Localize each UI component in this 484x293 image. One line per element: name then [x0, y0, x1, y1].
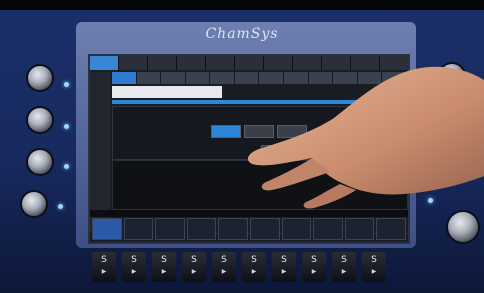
window-tab[interactable]: [322, 56, 350, 70]
window-tab[interactable]: [119, 56, 147, 70]
indicator-led: [64, 124, 69, 129]
playback-key-row: S ▶ S ▶ S ▶ S ▶ S ▶ S ▶ S ▶ S ▶ S ▶ S ▶: [92, 252, 432, 286]
playback-key-label: S: [101, 255, 107, 265]
playback-key-label: S: [221, 255, 227, 265]
toolbar-button[interactable]: [333, 72, 357, 84]
playback-key-label: S: [281, 255, 287, 265]
softkey[interactable]: [313, 218, 343, 240]
dialog-option-button[interactable]: [277, 125, 307, 138]
softkey[interactable]: [344, 218, 375, 240]
playback-key-label: S: [371, 255, 377, 265]
play-arrow-icon: ▶: [311, 268, 317, 275]
indicator-led: [64, 164, 69, 169]
play-arrow-icon: ▶: [251, 268, 257, 275]
encoder-knob-right-1[interactable]: [440, 64, 464, 88]
window-tab[interactable]: [235, 56, 263, 70]
playback-select-key[interactable]: S ▶: [122, 252, 146, 282]
toolbar-button[interactable]: [185, 72, 210, 84]
side-panel-label: [90, 72, 110, 76]
softkey[interactable]: [218, 218, 248, 240]
toolbar-button[interactable]: [234, 72, 259, 84]
brand-logo: ChamSys: [205, 26, 279, 42]
play-arrow-icon: ▶: [281, 268, 287, 275]
encoder-knob-1[interactable]: [28, 66, 52, 90]
play-arrow-icon: ▶: [341, 268, 347, 275]
play-arrow-icon: ▶: [221, 268, 227, 275]
output-area: [112, 160, 408, 210]
toolbar-button[interactable]: [161, 72, 185, 84]
playback-select-key[interactable]: S ▶: [92, 252, 116, 282]
playback-select-key[interactable]: S ▶: [152, 252, 176, 282]
indicator-led: [58, 204, 63, 209]
softkey[interactable]: [376, 218, 406, 240]
window-tab[interactable]: [206, 56, 234, 70]
toolbar-button[interactable]: [112, 72, 136, 84]
window-tab[interactable]: [177, 56, 205, 70]
dialog-option-button[interactable]: [211, 125, 241, 138]
side-panel: [90, 72, 110, 232]
softkey[interactable]: [249, 218, 280, 240]
playback-select-key[interactable]: S ▶: [212, 252, 236, 282]
window-tab[interactable]: [90, 56, 118, 70]
softkey[interactable]: [186, 218, 217, 240]
window-tab[interactable]: [148, 56, 176, 70]
toolbar-button[interactable]: [357, 72, 382, 84]
indicator-led: [428, 198, 433, 203]
toolbar-button[interactable]: [210, 72, 234, 84]
playback-select-key[interactable]: S ▶: [302, 252, 326, 282]
status-bar: [90, 210, 408, 217]
softkey[interactable]: [92, 218, 122, 240]
play-arrow-icon: ▶: [101, 268, 107, 275]
toolbar-button[interactable]: [382, 72, 406, 84]
playback-select-key[interactable]: S ▶: [272, 252, 296, 282]
playback-key-label: S: [161, 255, 167, 265]
info-box: [112, 86, 222, 98]
lighting-console: ChamSys S ▶ S ▶ S ▶ S ▶ S ▶ S ▶ S ▶ S ▶ …: [0, 0, 484, 293]
playback-select-key[interactable]: S ▶: [362, 252, 386, 282]
play-arrow-icon: ▶: [191, 268, 197, 275]
dialog-option-button[interactable]: [244, 125, 274, 138]
playback-select-key[interactable]: S ▶: [242, 252, 266, 282]
playback-key-label: S: [341, 255, 347, 265]
dialog-ok-button[interactable]: [261, 145, 291, 156]
top-frame: [0, 0, 484, 10]
window-tab[interactable]: [264, 56, 292, 70]
window-tab[interactable]: [293, 56, 321, 70]
playback-key-label: S: [311, 255, 317, 265]
playback-key-label: S: [131, 255, 137, 265]
softkey-row: [90, 218, 408, 240]
toolbar-button[interactable]: [308, 72, 333, 84]
toolbar: [112, 72, 406, 84]
softkey[interactable]: [123, 218, 154, 240]
encoder-knob-2[interactable]: [28, 108, 52, 132]
highlight-bar: [112, 100, 406, 104]
playback-select-key[interactable]: S ▶: [332, 252, 356, 282]
toolbar-button[interactable]: [136, 72, 161, 84]
play-arrow-icon: ▶: [131, 268, 137, 275]
toolbar-button[interactable]: [259, 72, 284, 84]
window-tab[interactable]: [351, 56, 379, 70]
softkey[interactable]: [281, 218, 312, 240]
encoder-knob-3[interactable]: [28, 150, 52, 174]
playback-key-label: S: [191, 255, 197, 265]
toolbar-button[interactable]: [284, 72, 308, 84]
play-arrow-icon: ▶: [371, 268, 377, 275]
play-arrow-icon: ▶: [161, 268, 167, 275]
softkey[interactable]: [155, 218, 185, 240]
window-tab-row: [90, 56, 408, 70]
dialog-button-row: [211, 125, 307, 138]
dialog-panel: [112, 106, 408, 160]
indicator-led: [64, 82, 69, 87]
encoder-knob-right-2[interactable]: [448, 212, 478, 242]
window-tab[interactable]: [380, 56, 408, 70]
touch-screen[interactable]: [88, 54, 410, 244]
encoder-knob-4[interactable]: [22, 192, 46, 216]
playback-select-key[interactable]: S ▶: [182, 252, 206, 282]
playback-key-label: S: [251, 255, 257, 265]
